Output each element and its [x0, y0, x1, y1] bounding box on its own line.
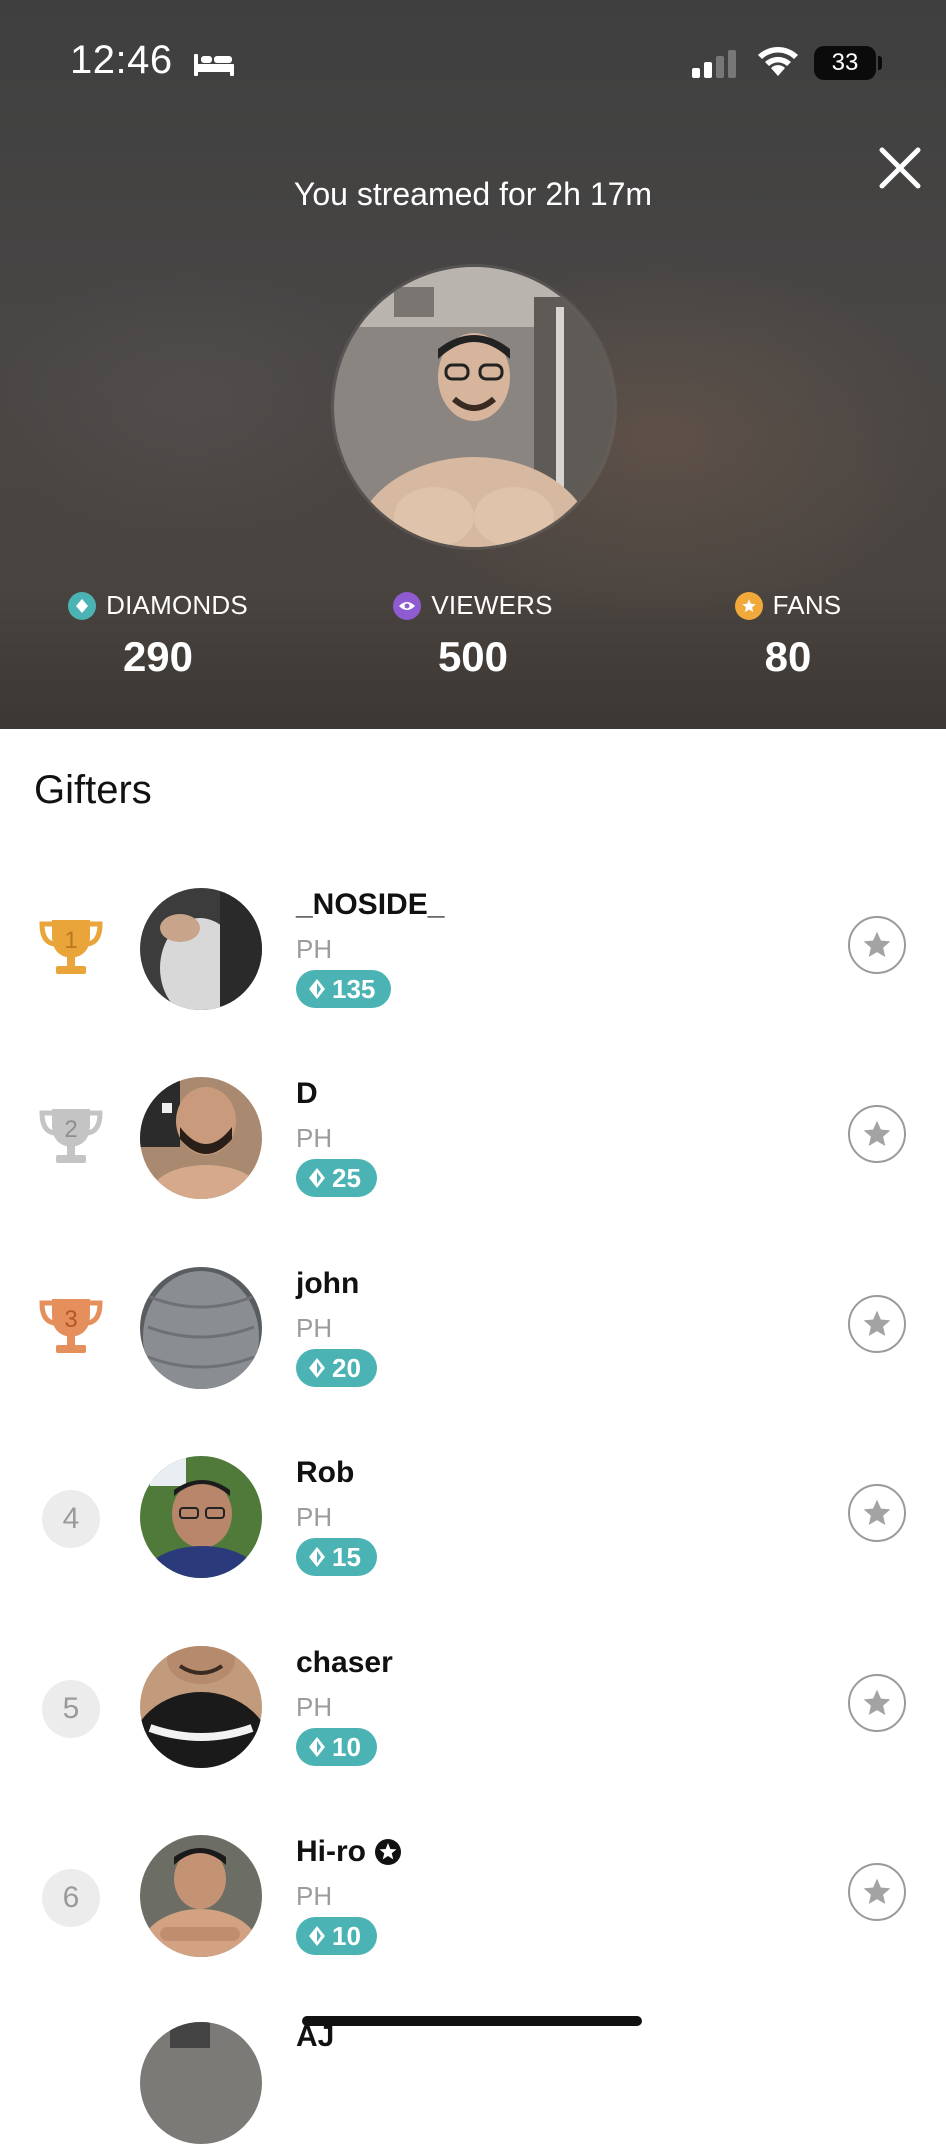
diamond-icon: [309, 1168, 325, 1188]
stat-viewers-value: 500: [437, 633, 509, 680]
star-icon: [863, 1310, 891, 1336]
gifter-country: PH: [296, 934, 333, 964]
wifi-icon: [758, 47, 798, 76]
gifter-row[interactable]: 2 D PH 25: [0, 1075, 946, 1235]
gifter-name: _NOSIDE_: [296, 888, 445, 921]
gifter-name: Hi-ro: [296, 1835, 402, 1869]
favorite-star-button[interactable]: [848, 1295, 906, 1353]
gifter-name: john: [296, 1267, 360, 1300]
gifter-avatar[interactable]: [140, 1456, 262, 1578]
diamond-icon: [309, 979, 325, 999]
gifter-avatar[interactable]: [140, 888, 262, 1010]
gifter-name: Rob: [296, 1456, 355, 1489]
svg-text:1: 1: [64, 927, 77, 954]
favorite-star-button[interactable]: [848, 1484, 906, 1542]
star-icon: [863, 1689, 891, 1715]
host-avatar: [334, 267, 614, 547]
sleep-focus-icon: [194, 54, 234, 76]
diamond-icon: [309, 1926, 325, 1946]
gifter-diamond-badge: 135: [296, 970, 392, 1008]
gifters-title: Gifters: [34, 768, 152, 812]
stat-fans-value: 80: [764, 633, 812, 680]
gifter-name: chaser: [296, 1646, 393, 1679]
stat-fans: FANS 80: [658, 590, 918, 681]
gifter-row[interactable]: 3 john PH 20: [0, 1265, 946, 1425]
stream-summary-header: 12:46 33 You streamed for 2h 17m DIAMOND…: [0, 0, 946, 729]
verified-star-icon: [375, 1839, 401, 1865]
gifter-diamond-badge: 10: [296, 1917, 377, 1955]
gifter-avatar[interactable]: [140, 1267, 262, 1389]
star-icon: [734, 591, 763, 620]
gifter-name: D: [296, 1077, 318, 1110]
stat-fans-label: FANS: [772, 590, 842, 620]
rank-number: 6: [42, 1869, 100, 1927]
status-time: 12:46: [70, 38, 173, 82]
stat-viewers: VIEWERS 500: [343, 590, 603, 681]
star-icon: [863, 931, 891, 957]
svg-text:3: 3: [64, 1306, 77, 1333]
gifter-country: PH: [296, 1692, 333, 1722]
gifter-avatar[interactable]: [140, 1646, 262, 1768]
diamond-icon: [309, 1547, 325, 1567]
gifter-row[interactable]: 5 chaser PH 10: [0, 1644, 946, 1804]
rank-number: 4: [42, 1490, 100, 1548]
eye-icon: [393, 591, 422, 620]
status-bar: 12:46 33: [0, 0, 946, 120]
gifter-diamond-badge: 25: [296, 1159, 377, 1197]
gifter-country: PH: [296, 1313, 333, 1343]
favorite-star-button[interactable]: [848, 1674, 906, 1732]
gifter-avatar[interactable]: [140, 1835, 262, 1957]
rank-number: 5: [42, 1680, 100, 1738]
favorite-star-button[interactable]: [848, 916, 906, 974]
stat-viewers-label: VIEWERS: [431, 590, 553, 620]
gifter-avatar-partial[interactable]: [140, 2022, 262, 2144]
stat-diamonds: DIAMONDS 290: [28, 590, 288, 681]
gifter-row[interactable]: 1 _NOSIDE_ PH 135: [0, 886, 946, 1046]
diamond-icon: [309, 1737, 325, 1757]
stat-diamonds-value: 290: [122, 633, 194, 680]
stat-diamonds-label: DIAMONDS: [106, 590, 248, 620]
gifter-diamond-badge: 15: [296, 1538, 377, 1576]
silver-trophy-icon: 2: [39, 1109, 103, 1163]
star-icon: [863, 1878, 891, 1904]
bronze-trophy-icon: 3: [39, 1299, 103, 1353]
diamond-icon: [68, 591, 97, 620]
gifter-diamond-badge: 20: [296, 1349, 377, 1387]
svg-text:2: 2: [64, 1116, 77, 1143]
gold-trophy-icon: 1: [39, 920, 103, 974]
star-icon: [863, 1499, 891, 1525]
gifter-avatar[interactable]: [140, 1077, 262, 1199]
gifter-country: PH: [296, 1881, 333, 1911]
gifter-country: PH: [296, 1123, 333, 1153]
battery-indicator: 33: [814, 46, 876, 80]
home-indicator[interactable]: [302, 2016, 642, 2026]
stream-duration-text: You streamed for 2h 17m: [293, 176, 653, 212]
gifter-row[interactable]: 4 Rob PH 15: [0, 1454, 946, 1614]
diamond-icon: [309, 1358, 325, 1378]
gifter-country: PH: [296, 1502, 333, 1532]
gifter-diamond-badge: 10: [296, 1728, 377, 1766]
gifter-row[interactable]: 6 Hi-ro PH 10: [0, 1833, 946, 1993]
favorite-star-button[interactable]: [848, 1105, 906, 1163]
battery-tip: [878, 56, 882, 70]
star-icon: [863, 1120, 891, 1146]
favorite-star-button[interactable]: [848, 1863, 906, 1921]
cellular-signal-icon: [692, 50, 736, 78]
